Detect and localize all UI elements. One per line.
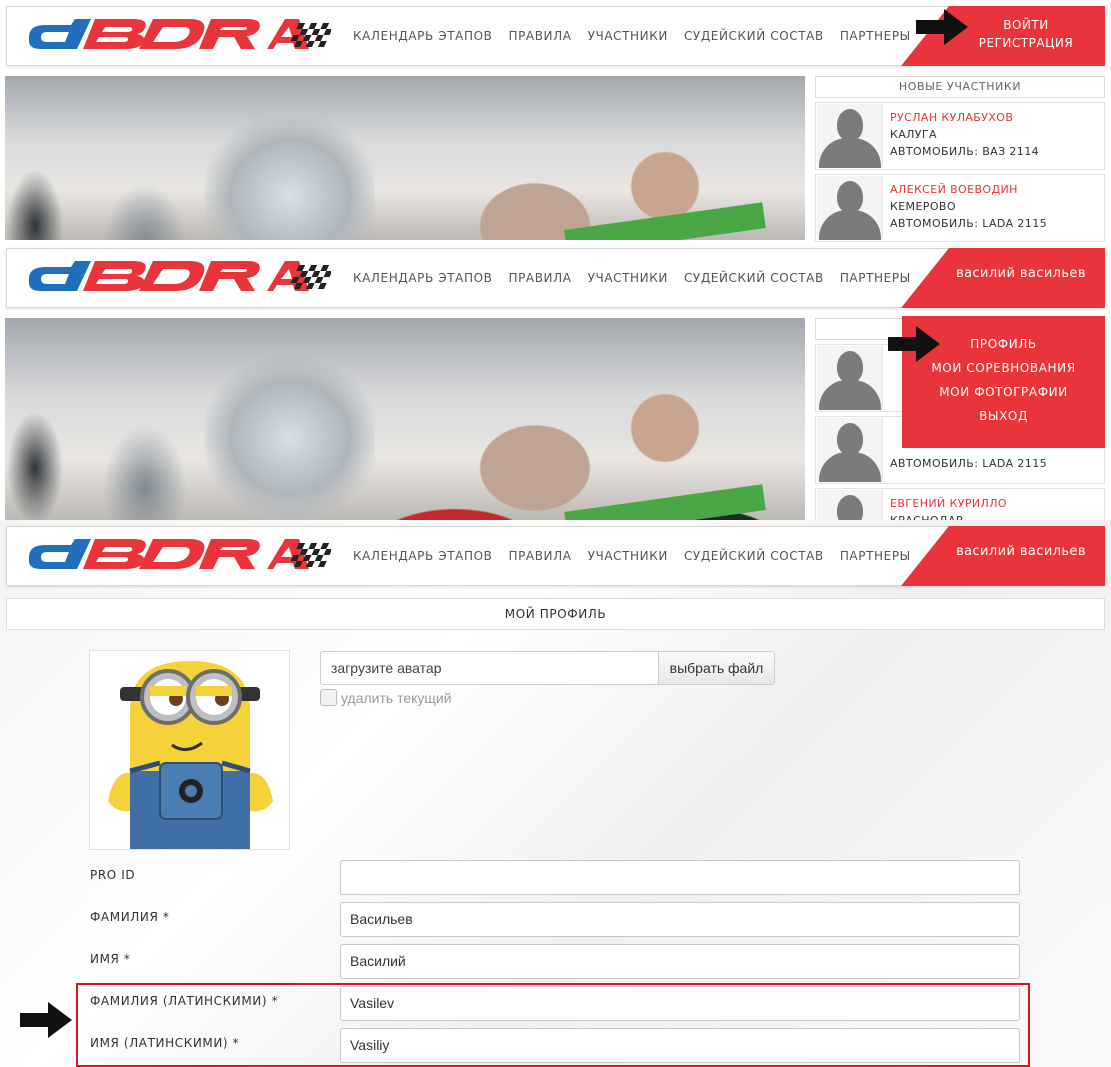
member-card[interactable]: Евгений Курилло Краснодар bbox=[815, 488, 1105, 520]
user-corner: Василий Васильев bbox=[901, 248, 1105, 308]
nav-judges[interactable]: Судейский состав bbox=[684, 29, 824, 43]
field-label-last-name: Фамилия * bbox=[90, 910, 170, 924]
nav-calendar[interactable]: Календарь этапов bbox=[353, 29, 492, 43]
dbdra-logo[interactable] bbox=[19, 539, 331, 575]
user-corner: Василий Васильев bbox=[901, 526, 1105, 586]
dbdra-logo[interactable] bbox=[19, 261, 331, 297]
nav-partners[interactable]: Партнеры bbox=[840, 29, 911, 43]
member-car: Автомобиль: LADA 2115 bbox=[890, 457, 1047, 470]
avatar-placeholder-icon bbox=[817, 176, 883, 240]
member-city: Краснодар bbox=[890, 512, 1007, 520]
menu-logout[interactable]: Выход bbox=[902, 404, 1105, 428]
field-label-pro-id: PRO ID bbox=[90, 868, 136, 882]
member-car: Автомобиль: ВАЗ 2114 bbox=[890, 145, 1040, 158]
highlight-frame bbox=[76, 983, 1030, 1067]
member-name[interactable]: Руслан Кулабухов bbox=[890, 109, 1039, 126]
nav-judges[interactable]: Судейский состав bbox=[684, 271, 824, 285]
photo-blur bbox=[205, 358, 375, 518]
user-name-link[interactable]: Василий Васильев bbox=[945, 266, 1097, 281]
nav-judges[interactable]: Судейский состав bbox=[684, 549, 824, 563]
user-name-link[interactable]: Василий Васильев bbox=[945, 544, 1097, 559]
nav-participants[interactable]: Участники bbox=[588, 549, 668, 563]
nav-rules[interactable]: Правила bbox=[508, 549, 571, 563]
member-card[interactable]: Алексей Воеводин Кемерово Автомобиль: LA… bbox=[815, 174, 1105, 242]
screenshot-panel-user-menu: Календарь этапов Правила Участники Судей… bbox=[0, 244, 1111, 520]
member-card[interactable]: Руслан Кулабухов Калуга Автомобиль: ВАЗ … bbox=[815, 102, 1105, 170]
nav-calendar[interactable]: Календарь этапов bbox=[353, 271, 492, 285]
nav-participants[interactable]: Участники bbox=[588, 29, 668, 43]
choose-file-button[interactable]: выбрать файл bbox=[658, 652, 774, 684]
member-car: Автомобиль: LADA 2115 bbox=[890, 217, 1047, 230]
main-nav: Календарь этапов Правила Участники Судей… bbox=[353, 7, 927, 65]
pro-id-field[interactable] bbox=[340, 860, 1020, 895]
main-nav: Календарь этапов Правила Участники Судей… bbox=[353, 249, 927, 307]
dbdra-logo[interactable] bbox=[19, 19, 331, 55]
screenshot-panel-profile: Календарь этапов Правила Участники Судей… bbox=[0, 520, 1111, 1067]
register-link[interactable]: Регистрация bbox=[955, 34, 1097, 52]
nav-participants[interactable]: Участники bbox=[588, 271, 668, 285]
avatar-placeholder-icon bbox=[817, 418, 883, 482]
site-header: Календарь этапов Правила Участники Судей… bbox=[6, 248, 1105, 308]
nav-partners[interactable]: Партнеры bbox=[840, 271, 911, 285]
avatar-placeholder-icon bbox=[817, 104, 883, 168]
avatar-placeholder-icon bbox=[817, 346, 883, 410]
member-name[interactable]: Алексей Воеводин bbox=[890, 181, 1047, 198]
new-members-sidebar: Новые участники Руслан Кулабухов Калуга … bbox=[815, 76, 1105, 242]
nav-rules[interactable]: Правила bbox=[508, 271, 571, 285]
pointer-arrow-icon bbox=[916, 9, 968, 45]
pointer-arrow-icon bbox=[888, 326, 940, 362]
member-name[interactable]: Евгений Курилло bbox=[890, 495, 1007, 512]
pointer-arrow-icon bbox=[20, 1002, 72, 1038]
site-header: Календарь этапов Правила Участники Судей… bbox=[6, 526, 1105, 586]
delete-avatar-option: удалить текущий bbox=[320, 689, 452, 706]
field-label-first-name: Имя * bbox=[90, 952, 131, 966]
delete-avatar-checkbox[interactable] bbox=[320, 689, 337, 706]
photo-stripe bbox=[564, 202, 766, 240]
nav-calendar[interactable]: Календарь этапов bbox=[353, 549, 492, 563]
photo-stripe bbox=[564, 484, 766, 520]
screenshot-panel-guest: Календарь этапов Правила Участники Судей… bbox=[0, 0, 1111, 244]
minion-avatar bbox=[90, 651, 289, 849]
hero-photo bbox=[5, 318, 805, 520]
nav-partners[interactable]: Партнеры bbox=[840, 549, 911, 563]
profile-avatar bbox=[89, 650, 290, 850]
avatar-upload: загрузите аватар выбрать файл bbox=[320, 651, 775, 685]
login-link[interactable]: Войти bbox=[955, 16, 1097, 34]
sidebar-title: Новые участники bbox=[815, 76, 1105, 98]
avatar-upload-input[interactable]: загрузите аватар bbox=[321, 652, 658, 684]
menu-my-photos[interactable]: Мои фотографии bbox=[902, 380, 1105, 404]
hero-photo bbox=[5, 76, 805, 240]
delete-avatar-label: удалить текущий bbox=[341, 689, 452, 706]
member-city: Калуга bbox=[890, 128, 937, 141]
photo-blur bbox=[205, 116, 375, 240]
first-name-field[interactable]: Василий bbox=[340, 944, 1020, 979]
main-nav: Календарь этапов Правила Участники Судей… bbox=[353, 527, 927, 585]
nav-rules[interactable]: Правила bbox=[508, 29, 571, 43]
page-title: Мой профиль bbox=[6, 598, 1105, 630]
avatar-placeholder-icon bbox=[817, 490, 883, 520]
last-name-field[interactable]: Васильев bbox=[340, 902, 1020, 937]
member-city: Кемерово bbox=[890, 200, 956, 213]
